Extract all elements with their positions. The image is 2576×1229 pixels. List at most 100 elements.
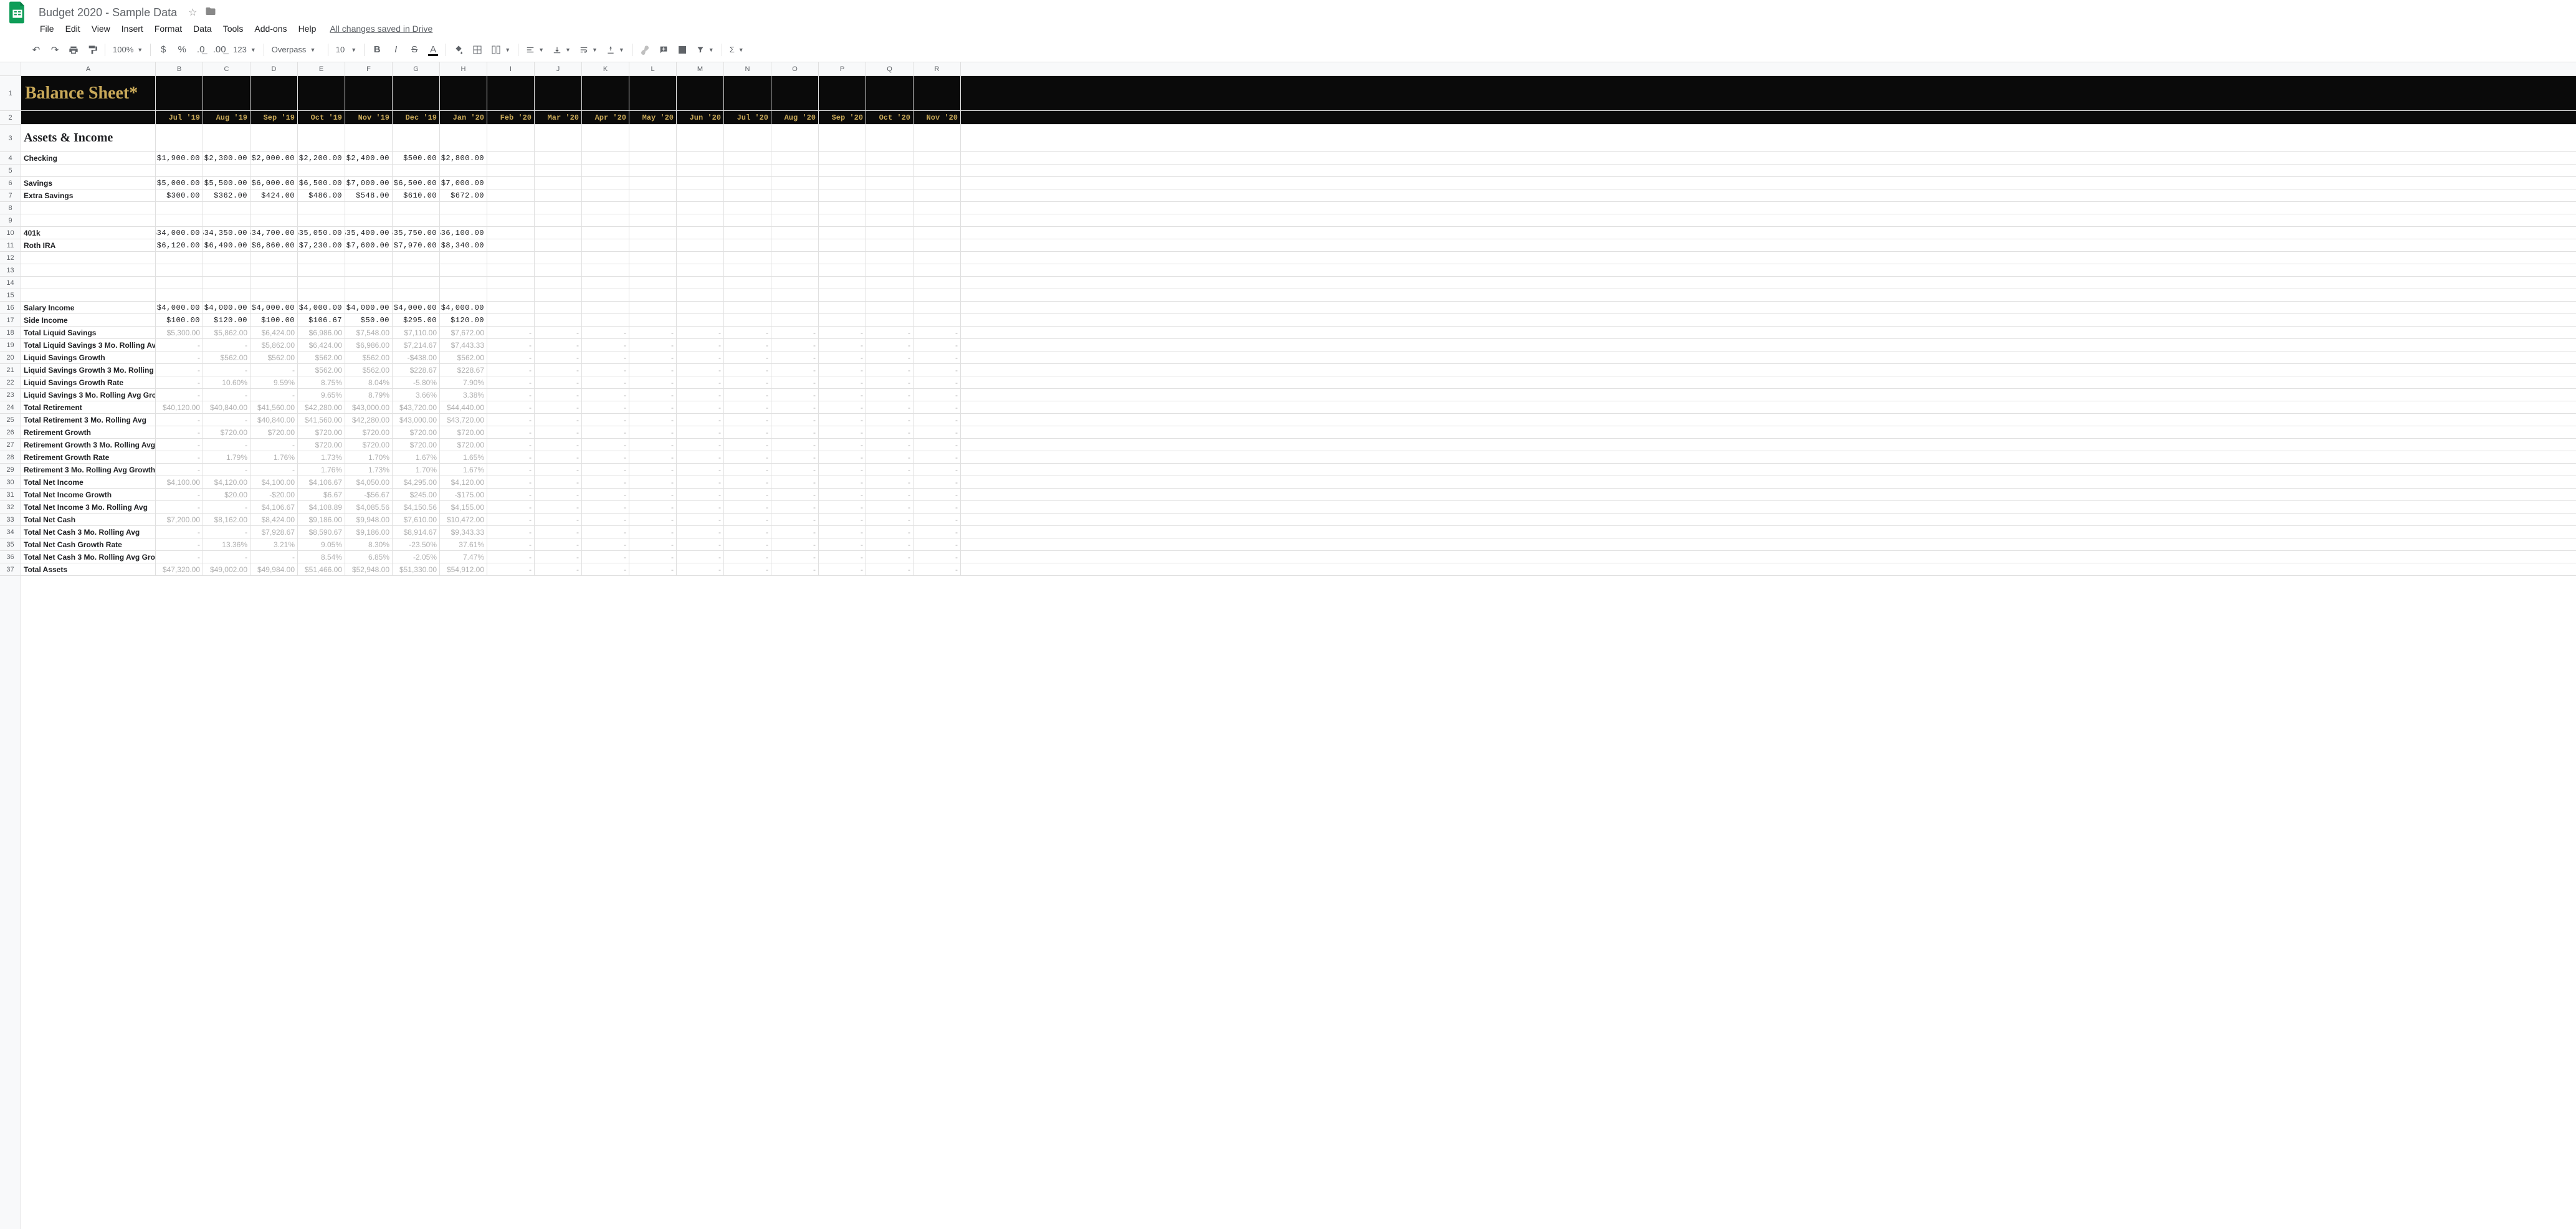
cell[interactable] [203,289,250,301]
cell[interactable]: - [724,401,771,413]
cell[interactable] [393,252,440,264]
cell[interactable] [914,76,961,110]
cell[interactable] [771,125,819,151]
row-header[interactable]: 36 [0,551,21,563]
cell[interactable]: - [914,451,961,463]
cell[interactable]: - [914,401,961,413]
column-header[interactable]: I [487,62,535,75]
cell[interactable]: $100.00 [250,314,298,326]
cell[interactable] [819,125,866,151]
cell[interactable]: $7,548.00 [345,327,393,338]
cell[interactable] [440,252,487,264]
cell[interactable] [440,202,487,214]
cell[interactable] [771,189,819,201]
cell[interactable] [487,189,535,201]
cell[interactable] [156,202,203,214]
cell[interactable]: $8,424.00 [250,514,298,525]
cell[interactable] [156,289,203,301]
cell[interactable]: - [582,476,629,488]
row-header[interactable]: 23 [0,389,21,401]
cell[interactable] [440,165,487,176]
cell[interactable]: $720.00 [203,426,250,438]
cell[interactable] [677,239,724,251]
cell[interactable]: $245.00 [393,489,440,500]
column-header[interactable]: M [677,62,724,75]
cell[interactable]: - [487,464,535,476]
cell[interactable]: 8.54% [298,551,345,563]
row-header[interactable]: 4 [0,152,21,165]
cell[interactable]: - [819,376,866,388]
cell[interactable] [21,264,156,276]
star-icon[interactable]: ☆ [188,6,197,19]
cell[interactable]: 9.05% [298,538,345,550]
cell[interactable] [345,289,393,301]
cell[interactable]: - [866,389,914,401]
menu-view[interactable]: View [87,21,115,36]
cell[interactable] [203,165,250,176]
cell[interactable]: - [250,439,298,451]
cell[interactable]: $4,000.00 [250,302,298,313]
cell[interactable] [203,264,250,276]
cell[interactable] [250,125,298,151]
cell[interactable] [629,264,677,276]
column-header[interactable]: A [21,62,156,75]
cell[interactable] [724,165,771,176]
cell[interactable] [393,125,440,151]
cell[interactable]: $4,108.89 [298,501,345,513]
cell[interactable] [724,189,771,201]
cell[interactable]: $35,050.00 [298,227,345,239]
cell[interactable]: - [156,451,203,463]
cell[interactable]: - [866,327,914,338]
cell[interactable]: $562.00 [345,351,393,363]
cell[interactable] [582,214,629,226]
cell[interactable]: $4,106.67 [250,501,298,513]
cell[interactable]: - [771,401,819,413]
cell[interactable]: - [156,389,203,401]
cell[interactable] [914,189,961,201]
cell[interactable]: - [629,501,677,513]
cell[interactable]: Sep '20 [819,111,866,124]
row-header[interactable]: 20 [0,351,21,364]
cell[interactable]: - [866,401,914,413]
cell[interactable]: - [866,376,914,388]
cell[interactable] [819,239,866,251]
cell[interactable]: - [487,551,535,563]
cell[interactable]: - [156,439,203,451]
cell[interactable]: - [724,376,771,388]
cell[interactable]: Feb '20 [487,111,535,124]
cell[interactable] [487,227,535,239]
cell[interactable]: - [582,401,629,413]
cell[interactable] [487,277,535,289]
cell[interactable]: Liquid Savings Growth Rate [21,376,156,388]
cell[interactable]: $8,914.67 [393,526,440,538]
cell[interactable]: - [771,551,819,563]
insert-comment-button[interactable] [655,41,672,59]
cell[interactable]: - [535,526,582,538]
cell[interactable] [393,264,440,276]
cell[interactable] [629,289,677,301]
cell[interactable] [535,165,582,176]
cell[interactable] [345,252,393,264]
cell[interactable]: Nov '19 [345,111,393,124]
cell[interactable] [629,189,677,201]
cell[interactable]: 1.76% [250,451,298,463]
cell[interactable]: - [487,351,535,363]
cell[interactable]: $6,986.00 [298,327,345,338]
cell[interactable]: - [771,339,819,351]
cell[interactable]: - [914,414,961,426]
cell[interactable] [440,76,487,110]
cell[interactable]: - [866,563,914,575]
cell[interactable]: - [819,551,866,563]
cell[interactable]: $8,340.00 [440,239,487,251]
cell[interactable]: - [914,327,961,338]
cell[interactable]: $20.00 [203,489,250,500]
cell[interactable]: - [677,526,724,538]
cell[interactable] [582,189,629,201]
row-header[interactable]: 30 [0,476,21,489]
cell[interactable]: -5.80% [393,376,440,388]
italic-button[interactable]: I [387,41,404,59]
cell[interactable]: 1.79% [203,451,250,463]
row-header[interactable]: 9 [0,214,21,227]
cell[interactable]: - [535,439,582,451]
cell[interactable]: - [487,327,535,338]
